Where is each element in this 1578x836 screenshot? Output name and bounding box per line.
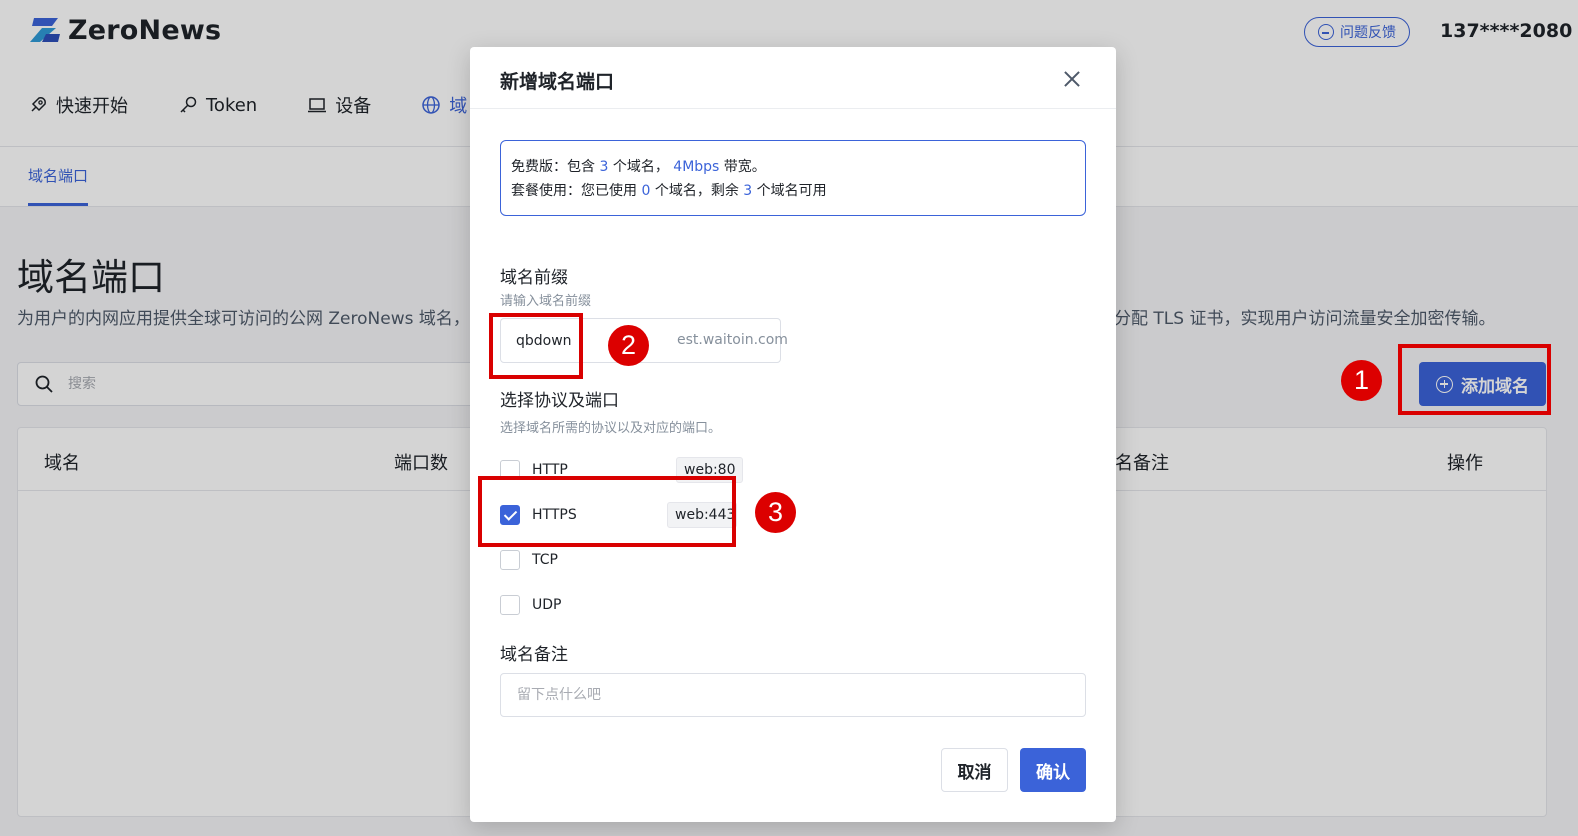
plan-text: 个域名可用: [756, 183, 827, 199]
step-badge-2: 2: [608, 325, 649, 366]
plan-text: 带宽。: [723, 159, 766, 175]
confirm-button[interactable]: 确认: [1020, 748, 1086, 792]
plan-line-2: 套餐使用：您已使用 0 个域名，剩余 3 个域名可用: [511, 179, 1075, 203]
add-domain-dialog: 新增域名端口 免费版：包含 3 个域名， 4Mbps 带宽。 套餐使用：您已使用…: [470, 47, 1116, 822]
tcp-checkbox[interactable]: [500, 550, 520, 570]
cancel-button[interactable]: 取消: [941, 748, 1008, 792]
plan-text: 免费版：包含: [511, 159, 595, 175]
highlight-box-https: [478, 476, 736, 547]
bandwidth-value: 4Mbps: [673, 159, 720, 175]
plan-line-1: 免费版：包含 3 个域名， 4Mbps 带宽。: [511, 155, 1075, 179]
prefix-label: 域名前缀: [500, 268, 568, 288]
domain-suffix: est.waitoin.com: [677, 332, 788, 348]
plan-text: 个域名，剩余: [654, 183, 739, 199]
remaining-domains-value: 3: [743, 183, 753, 199]
remark-label: 域名备注: [500, 645, 568, 665]
step-badge-3: 3: [755, 492, 796, 533]
highlight-box-add-domain: [1398, 344, 1551, 415]
used-domains-value: 0: [641, 183, 651, 199]
plan-info-box: 免费版：包含 3 个域名， 4Mbps 带宽。 套餐使用：您已使用 0 个域名，…: [500, 140, 1086, 216]
prefix-hint: 请输入域名前缀: [500, 294, 592, 309]
domain-quota-value: 3: [599, 159, 609, 175]
protocol-name: UDP: [532, 597, 562, 613]
dialog-title: 新增域名端口: [500, 71, 615, 93]
step-badge-1: 1: [1341, 360, 1382, 401]
plan-text: 套餐使用：您已使用: [511, 183, 637, 199]
protocol-label: 选择协议及端口: [500, 391, 619, 411]
protocol-row-tcp[interactable]: TCP: [500, 548, 558, 572]
protocol-name: TCP: [532, 552, 558, 568]
remark-input[interactable]: [500, 673, 1086, 717]
plan-text: 个域名，: [612, 159, 669, 175]
close-icon[interactable]: [1060, 67, 1084, 91]
protocol-row-udp[interactable]: UDP: [500, 593, 561, 617]
dialog-header: 新增域名端口: [470, 47, 1116, 109]
udp-checkbox[interactable]: [500, 595, 520, 615]
highlight-box-prefix: [489, 313, 583, 379]
protocol-hint: 选择域名所需的协议以及对应的端口。: [500, 421, 722, 436]
